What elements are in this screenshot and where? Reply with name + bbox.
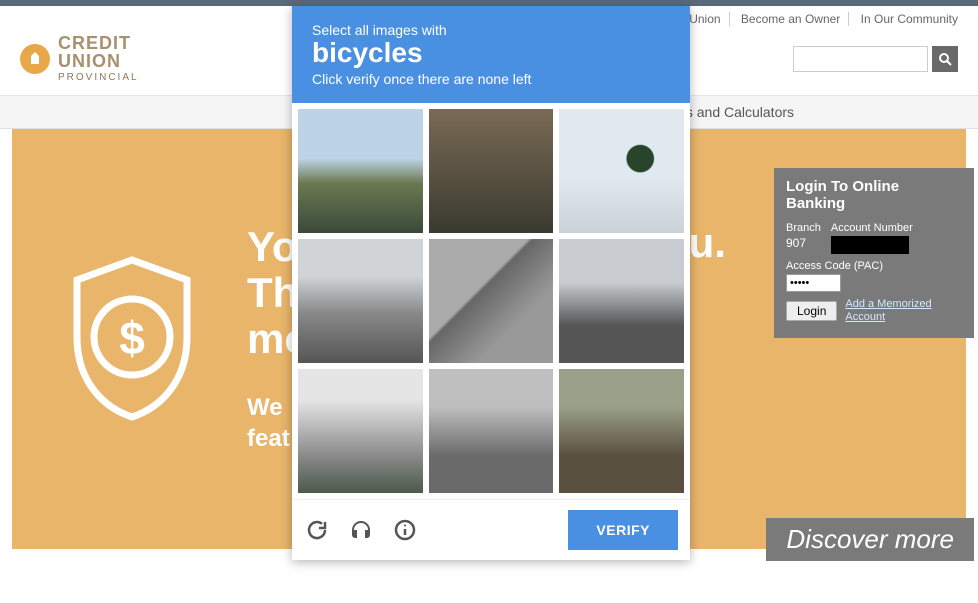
reload-icon[interactable] xyxy=(304,517,330,543)
add-memorized-link[interactable]: Add a Memorized Account xyxy=(845,298,931,324)
svg-text:$: $ xyxy=(119,312,145,364)
captcha-tile-3[interactable] xyxy=(559,109,684,233)
captcha-tile-1[interactable] xyxy=(298,109,423,233)
search-area xyxy=(793,46,958,72)
branch-label: Branch xyxy=(786,222,821,234)
captcha-footer: VERIFY xyxy=(292,499,690,560)
captcha-instruction-line2: Click verify once there are none left xyxy=(312,71,670,87)
branch-value: 907 xyxy=(786,236,821,250)
verify-button[interactable]: VERIFY xyxy=(568,510,678,550)
logo-icon xyxy=(20,44,50,74)
logo-line1: CREDIT xyxy=(58,33,131,53)
account-input[interactable] xyxy=(831,236,909,254)
captcha-dialog: Select all images with bicycles Click ve… xyxy=(292,6,690,560)
captcha-header: Select all images with bicycles Click ve… xyxy=(292,6,690,103)
search-icon xyxy=(938,52,952,66)
pac-label: Access Code (PAC) xyxy=(786,260,962,272)
login-button[interactable]: Login xyxy=(786,301,837,321)
captcha-tile-5[interactable] xyxy=(429,239,554,363)
captcha-tile-4[interactable] xyxy=(298,239,423,363)
search-input[interactable] xyxy=(793,46,928,72)
captcha-tile-7[interactable] xyxy=(298,369,423,493)
captcha-grid xyxy=(292,103,690,499)
logo-line2: UNION xyxy=(58,51,121,71)
search-button[interactable] xyxy=(932,46,958,72)
logo-sub: PROVINCIAL xyxy=(58,72,139,83)
captcha-instruction-line1: Select all images with xyxy=(312,22,670,38)
shield-dollar-icon: $ xyxy=(57,252,207,427)
discover-more-button[interactable]: Discover more xyxy=(766,518,974,561)
captcha-tile-6[interactable] xyxy=(559,239,684,363)
logo[interactable]: CREDIT UNION PROVINCIAL xyxy=(20,34,139,83)
login-panel: Login To Online Banking Branch 907 Accou… xyxy=(774,168,974,338)
info-icon[interactable] xyxy=(392,517,418,543)
util-link-owner[interactable]: Become an Owner xyxy=(733,12,849,26)
login-title: Login To Online Banking xyxy=(786,178,962,212)
captcha-tile-2[interactable] xyxy=(429,109,554,233)
account-label: Account Number xyxy=(831,222,913,234)
captcha-tile-8[interactable] xyxy=(429,369,554,493)
captcha-target: bicycles xyxy=(312,38,670,69)
headphones-icon[interactable] xyxy=(348,517,374,543)
captcha-tile-9[interactable] xyxy=(559,369,684,493)
util-link-community[interactable]: In Our Community xyxy=(853,12,966,26)
pac-input[interactable] xyxy=(786,274,841,292)
